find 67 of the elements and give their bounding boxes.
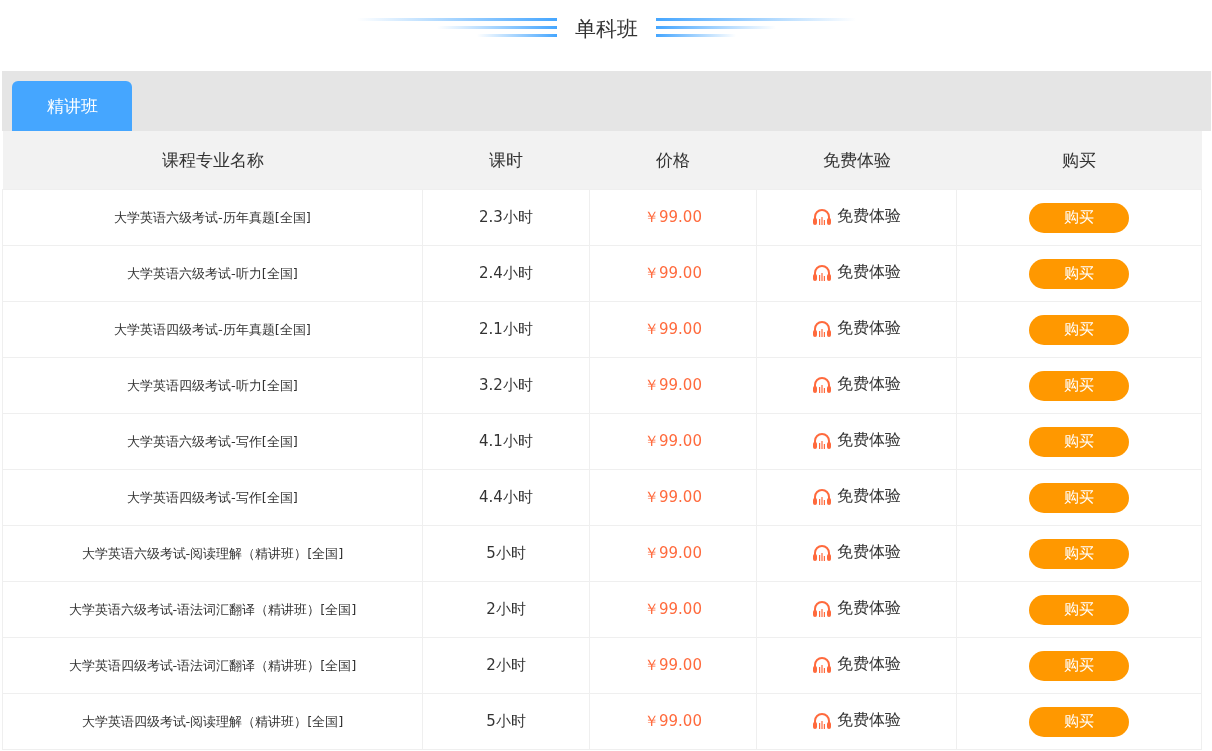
hours-cell: 2小时 [422, 637, 590, 694]
headphones-icon [812, 599, 832, 618]
course-name-cell: 大学英语六级考试-阅读理解（精讲班）[全国] [2, 525, 423, 582]
price-cell: ￥99.00 [589, 357, 757, 414]
free-trial-link[interactable]: 免费体验 [837, 485, 901, 507]
hours-cell: 4.4小时 [422, 469, 590, 526]
headphones-icon [812, 431, 832, 450]
buy-button[interactable]: 购买 [1029, 258, 1129, 289]
course-name-cell: 大学英语四级考试-语法词汇翻译（精讲班）[全国] [2, 637, 423, 694]
section-title: 单科班 [574, 17, 638, 41]
hours-cell: 2.1小时 [422, 301, 590, 358]
free-trial-link[interactable]: 免费体验 [837, 597, 901, 619]
buy-button[interactable]: 购买 [1029, 706, 1129, 737]
hours-cell: 2小时 [422, 581, 590, 638]
free-trial-link[interactable]: 免费体验 [837, 429, 901, 451]
buy-button[interactable]: 购买 [1029, 594, 1129, 625]
tab[interactable]: 精讲班 [12, 81, 132, 131]
headphones-icon [812, 319, 832, 338]
headphones-icon [812, 543, 832, 562]
column-header: 购买 [956, 131, 1202, 190]
free-trial-link[interactable]: 免费体验 [837, 373, 901, 395]
buy-button[interactable]: 购买 [1029, 482, 1129, 513]
course-name-cell: 大学英语六级考试-语法词汇翻译（精讲班）[全国] [2, 581, 423, 638]
course-name-cell: 大学英语六级考试-听力[全国] [2, 245, 423, 302]
course-name-cell: 大学英语四级考试-历年真题[全国] [2, 301, 423, 358]
price-cell: ￥99.00 [589, 469, 757, 526]
price-cell: ￥99.00 [589, 581, 757, 638]
price-cell: ￥99.00 [589, 245, 757, 302]
buy-button[interactable]: 购买 [1029, 538, 1129, 569]
hours-cell: 4.1小时 [422, 413, 590, 470]
column-header: 价格 [589, 131, 757, 190]
free-trial-link[interactable]: 免费体验 [837, 205, 901, 227]
course-name-cell: 大学英语四级考试-听力[全国] [2, 357, 423, 414]
buy-button[interactable]: 购买 [1029, 202, 1129, 233]
column-header: 课程专业名称 [2, 131, 423, 190]
buy-button[interactable]: 购买 [1029, 426, 1129, 457]
headphones-icon [812, 375, 832, 394]
buy-button[interactable]: 购买 [1029, 314, 1129, 345]
price-cell: ￥99.00 [589, 525, 757, 582]
hours-cell: 5小时 [422, 525, 590, 582]
buy-button[interactable]: 购买 [1029, 370, 1129, 401]
hours-cell: 2.3小时 [422, 189, 590, 246]
free-trial-link[interactable]: 免费体验 [837, 653, 901, 675]
hours-cell: 2.4小时 [422, 245, 590, 302]
hours-cell: 3.2小时 [422, 357, 590, 414]
headphones-icon [812, 263, 832, 282]
price-cell: ￥99.00 [589, 413, 757, 470]
price-cell: ￥99.00 [589, 637, 757, 694]
price-cell: ￥99.00 [589, 189, 757, 246]
price-cell: ￥99.00 [589, 693, 757, 750]
price-cell: ￥99.00 [589, 301, 757, 358]
course-name-cell: 大学英语六级考试-历年真题[全国] [2, 189, 423, 246]
hours-cell: 5小时 [422, 693, 590, 750]
course-name-cell: 大学英语四级考试-阅读理解（精讲班）[全国] [2, 693, 423, 750]
course-name-cell: 大学英语四级考试-写作[全国] [2, 469, 423, 526]
free-trial-link[interactable]: 免费体验 [837, 317, 901, 339]
headphones-icon [812, 487, 832, 506]
free-trial-link[interactable]: 免费体验 [837, 709, 901, 731]
buy-button[interactable]: 购买 [1029, 650, 1129, 681]
free-trial-link[interactable]: 免费体验 [837, 541, 901, 563]
free-trial-link[interactable]: 免费体验 [837, 261, 901, 283]
column-header: 免费体验 [756, 131, 957, 190]
headphones-icon [812, 655, 832, 674]
column-header: 课时 [422, 131, 590, 190]
headphones-icon [812, 711, 832, 730]
headphones-icon [812, 207, 832, 226]
course-name-cell: 大学英语六级考试-写作[全国] [2, 413, 423, 470]
